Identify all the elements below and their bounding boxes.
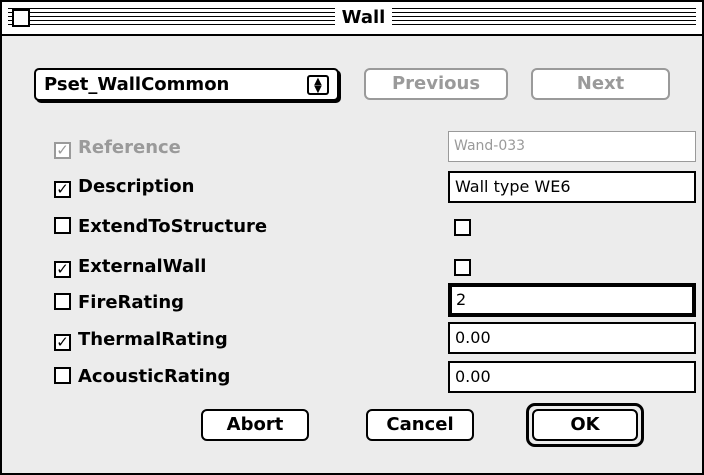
property-label: ExtendToStructure: [78, 216, 268, 237]
property-label: ExternalWall: [78, 256, 207, 277]
property-row-acousticrating[interactable]: AcousticRating: [54, 366, 230, 390]
close-box-icon[interactable]: [12, 9, 30, 27]
property-label: Reference: [78, 137, 181, 158]
property-row-extendtostructure[interactable]: ExtendToStructure: [54, 216, 267, 240]
up-down-arrows-icon: ▲ ▼: [307, 75, 329, 95]
title-stripes-left: [8, 8, 335, 28]
next-button[interactable]: Next: [531, 68, 670, 100]
pset-selected-value: Pset_WallCommon: [44, 74, 230, 95]
previous-button[interactable]: Previous: [364, 68, 508, 100]
checkbox-extendtostructure[interactable]: [54, 217, 71, 234]
property-row-externalwall[interactable]: ✓ ExternalWall: [54, 256, 206, 280]
reference-field: Wand-033: [448, 131, 696, 162]
property-label: ThermalRating: [78, 329, 228, 350]
pset-popup-menu[interactable]: Pset_WallCommon ▲ ▼: [34, 68, 339, 101]
extendtostructure-value-checkbox[interactable]: [454, 219, 471, 236]
title-stripes-right: [392, 8, 696, 28]
checkbox-thermalrating[interactable]: ✓: [54, 334, 71, 351]
property-label: AcousticRating: [78, 366, 231, 387]
checkbox-description[interactable]: ✓: [54, 181, 71, 198]
title-bar[interactable]: Wall: [2, 2, 702, 36]
ok-button[interactable]: OK: [526, 403, 644, 447]
checkbox-reference[interactable]: ✓: [54, 142, 71, 159]
acousticrating-field[interactable]: 0.00: [448, 361, 696, 393]
checkbox-acousticrating[interactable]: [54, 367, 71, 384]
window-title: Wall: [335, 7, 392, 29]
externalwall-value-checkbox[interactable]: [454, 259, 471, 276]
property-row-reference[interactable]: ✓ Reference: [54, 137, 181, 161]
property-row-firerating[interactable]: FireRating: [54, 292, 184, 316]
description-field[interactable]: Wall type WE6: [448, 171, 696, 203]
abort-button[interactable]: Abort: [201, 409, 309, 441]
cancel-button[interactable]: Cancel: [366, 409, 474, 441]
property-label: Description: [78, 176, 195, 197]
property-label: FireRating: [78, 292, 185, 313]
firerating-field[interactable]: 2: [448, 283, 696, 317]
checkbox-externalwall[interactable]: ✓: [54, 261, 71, 278]
property-row-thermalrating[interactable]: ✓ ThermalRating: [54, 329, 228, 353]
checkbox-firerating[interactable]: [54, 293, 71, 310]
thermalrating-field[interactable]: 0.00: [448, 322, 696, 354]
wall-dialog: Wall Pset_WallCommon ▲ ▼ Previous Next ✓ R…: [0, 0, 704, 475]
property-row-description[interactable]: ✓ Description: [54, 176, 194, 200]
ok-button-label: OK: [532, 409, 638, 441]
